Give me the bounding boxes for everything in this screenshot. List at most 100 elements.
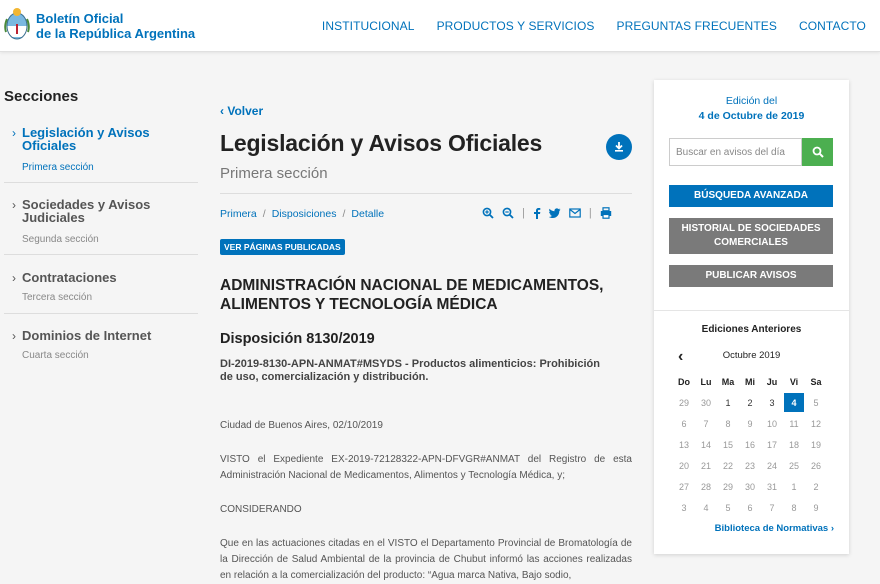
calendar-day[interactable]: 11 [783, 413, 805, 434]
calendar-day[interactable]: 30 [739, 476, 761, 497]
sociedades-history-button[interactable]: HISTORIAL DE SOCIEDADES COMERCIALES [669, 218, 833, 254]
calendar-day[interactable]: 1 [717, 392, 739, 413]
body-date: Ciudad de Buenos Aires, 02/10/2019 [220, 420, 383, 431]
calendar-month: Octubre 2019 [722, 350, 781, 361]
chevron-right-icon: › [12, 126, 16, 140]
twitter-icon[interactable] [548, 207, 561, 219]
calendar-day[interactable]: 5 [717, 497, 739, 518]
calendar-weekday: Ju [766, 376, 778, 387]
sidebar-item-title: Contrataciones [22, 270, 117, 285]
calendar-day[interactable]: 21 [695, 455, 717, 476]
calendar-day[interactable]: 1 [783, 476, 805, 497]
top-header: Boletín Oficial de la República Argentin… [0, 0, 880, 52]
calendar-weekday: Ma [721, 376, 735, 387]
button-label-line-1: HISTORIAL DE SOCIEDADES [681, 223, 821, 234]
breadcrumb-detalle[interactable]: Detalle [351, 208, 384, 220]
search-button[interactable] [802, 138, 833, 166]
calendar-day[interactable]: 9 [805, 497, 827, 518]
calendar-day[interactable]: 6 [673, 413, 695, 434]
calendar-day[interactable]: 8 [783, 497, 805, 518]
calendar-day[interactable]: 12 [805, 413, 827, 434]
sidebar-item-cuarta[interactable]: › Dominios de Internet Cuarta sección [4, 329, 198, 369]
facebook-icon[interactable] [533, 207, 541, 219]
calendar-day[interactable]: 23 [739, 455, 761, 476]
organization-title: ADMINISTRACIÓN NACIONAL DE MEDICAMENTOS,… [220, 276, 640, 314]
edition-date: 4 de Octubre de 2019 [698, 110, 805, 122]
advanced-search-button[interactable]: BÚSQUEDA AVANZADA [669, 185, 833, 207]
breadcrumb-primera[interactable]: Primera [220, 208, 257, 220]
back-link[interactable]: ‹ Volver [220, 104, 263, 118]
calendar-day[interactable]: 25 [783, 455, 805, 476]
calendar-day[interactable]: 6 [739, 497, 761, 518]
nav-productos-servicios[interactable]: PRODUCTOS Y SERVICIOS [437, 19, 595, 33]
calendar-weekday: Do [678, 376, 690, 387]
nav-contacto[interactable]: CONTACTO [799, 19, 866, 33]
organization-title-line-1: ADMINISTRACIÓN NACIONAL DE MEDICAMENTOS, [220, 277, 604, 294]
search-input[interactable]: Buscar en avisos del día [669, 138, 802, 166]
calendar-day[interactable]: 26 [805, 455, 827, 476]
sidebar-item-segunda[interactable]: › Sociedades y Avisos Judiciales Segunda… [4, 198, 198, 255]
chevron-right-icon: › [12, 329, 16, 343]
zoom-out-icon[interactable] [502, 207, 514, 219]
sections-heading: Secciones [4, 88, 79, 105]
calendar-day[interactable]: 28 [695, 476, 717, 497]
calendar-day[interactable]: 29 [673, 392, 695, 413]
sidebar-item-tercera[interactable]: › Contrataciones Tercera sección [4, 271, 198, 314]
sidebar-item-title-line-2: Oficiales [22, 138, 77, 153]
calendar-day[interactable]: 20 [673, 455, 695, 476]
argentina-coat-of-arms-icon[interactable] [4, 6, 30, 44]
calendar-day[interactable]: 9 [739, 413, 761, 434]
toolbar-separator: | [522, 207, 525, 219]
calendar-day[interactable]: 7 [695, 413, 717, 434]
download-button[interactable] [606, 134, 632, 160]
biblioteca-normativas-link[interactable]: Biblioteca de Normativas › [654, 523, 834, 534]
calendar-weekday: Sa [810, 376, 822, 387]
calendar-day[interactable]: 31 [761, 476, 783, 497]
sidebar-item-primera[interactable]: › Legislación y Avisos Oficiales Primera… [4, 126, 198, 183]
breadcrumb-separator: / [342, 208, 346, 220]
zoom-in-icon[interactable] [482, 207, 494, 219]
edition-label: Edición del [725, 95, 778, 107]
calendar-day[interactable]: 13 [673, 434, 695, 455]
brand-line-2: de la República Argentina [36, 26, 196, 41]
body-considerando: CONSIDERANDO [220, 504, 302, 515]
calendar-day[interactable]: 4 [695, 497, 717, 518]
print-icon[interactable] [600, 207, 612, 219]
calendar-day[interactable]: 2 [805, 476, 827, 497]
search-icon [812, 146, 824, 158]
publish-notices-button[interactable]: PUBLICAR AVISOS [669, 265, 833, 287]
page-subtitle: Primera sección [220, 165, 328, 182]
calendar-day[interactable]: 3 [761, 392, 783, 413]
calendar-day[interactable]: 30 [695, 392, 717, 413]
calendar-day[interactable]: 5 [805, 392, 827, 413]
calendar-day[interactable]: 2 [739, 392, 761, 413]
email-icon[interactable] [569, 208, 581, 218]
calendar-day[interactable]: 24 [761, 455, 783, 476]
calendar-day[interactable]: 22 [717, 455, 739, 476]
calendar-weekday: Lu [700, 376, 712, 387]
calendar-day[interactable]: 18 [783, 434, 805, 455]
sidebar-item-title-line-2: Judiciales [22, 210, 85, 225]
calendar-day[interactable]: 29 [717, 476, 739, 497]
calendar-day[interactable]: 10 [761, 413, 783, 434]
divider [220, 193, 632, 194]
nav-preguntas-frecuentes[interactable]: PREGUNTAS FRECUENTES [617, 19, 777, 33]
site-brand[interactable]: Boletín Oficial de la República Argentin… [36, 11, 195, 41]
ver-paginas-publicadas-button[interactable]: VER PÁGINAS PUBLICADAS [220, 239, 345, 255]
calendar-day[interactable]: 16 [739, 434, 761, 455]
calendar-day[interactable]: 8 [717, 413, 739, 434]
calendar-day[interactable]: 19 [805, 434, 827, 455]
summary-line-1: DI-2019-8130-APN-ANMAT#MSYDS - Productos… [220, 358, 600, 370]
breadcrumb-disposiciones[interactable]: Disposiciones [272, 208, 337, 220]
main-nav: INSTITUCIONAL PRODUCTOS Y SERVICIOS PREG… [322, 0, 880, 52]
calendar-day-selected[interactable]: 4 [784, 393, 804, 412]
calendar-day[interactable]: 7 [761, 497, 783, 518]
sidebar-item-sub: Primera sección [22, 162, 94, 173]
calendar-day[interactable]: 15 [717, 434, 739, 455]
calendar-day[interactable]: 3 [673, 497, 695, 518]
button-label-line-2: COMERCIALES [714, 237, 788, 248]
calendar-day[interactable]: 17 [761, 434, 783, 455]
calendar-day[interactable]: 27 [673, 476, 695, 497]
calendar-day[interactable]: 14 [695, 434, 717, 455]
nav-institucional[interactable]: INSTITUCIONAL [322, 19, 415, 33]
